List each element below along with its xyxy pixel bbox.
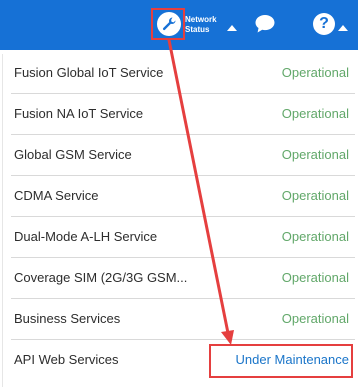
service-name: Business Services	[14, 311, 121, 326]
service-status: Operational	[281, 311, 349, 326]
help-icon: ?	[319, 15, 329, 32]
highlight-box-maintenance-status	[209, 344, 353, 378]
chat-bubble-icon	[255, 15, 275, 33]
service-row[interactable]: Global GSM Service Operational	[11, 136, 355, 176]
service-name: Fusion NA IoT Service	[14, 106, 144, 121]
service-name: Global GSM Service	[14, 147, 132, 162]
service-row[interactable]: Fusion NA IoT Service Operational	[11, 95, 355, 135]
service-status: Operational	[281, 106, 349, 121]
service-row[interactable]: CDMA Service Operational	[11, 177, 355, 217]
service-status: Operational	[281, 65, 349, 80]
service-name: CDMA Service	[14, 188, 99, 203]
service-status: Operational	[281, 270, 349, 285]
caret-up-icon	[338, 25, 348, 31]
help-button[interactable]: ?	[313, 13, 335, 35]
service-row[interactable]: Business Services Operational	[11, 300, 355, 340]
service-status: Operational	[281, 188, 349, 203]
service-name: API Web Services	[14, 352, 119, 367]
service-status: Operational	[281, 147, 349, 162]
caret-up-icon	[227, 25, 237, 31]
network-status-label[interactable]: Network Status	[185, 15, 217, 35]
chat-button[interactable]	[254, 14, 276, 34]
service-row[interactable]: Coverage SIM (2G/3G GSM... Operational	[11, 259, 355, 299]
network-status-dropdown: Fusion Global IoT Service Operational Fu…	[2, 54, 357, 387]
service-name: Dual-Mode A-LH Service	[14, 229, 158, 244]
service-name: Coverage SIM (2G/3G GSM...	[14, 270, 188, 285]
service-status: Operational	[281, 229, 349, 244]
service-row[interactable]: Dual-Mode A-LH Service Operational	[11, 218, 355, 258]
service-name: Fusion Global IoT Service	[14, 65, 164, 80]
service-row[interactable]: Fusion Global IoT Service Operational	[11, 54, 355, 94]
highlight-box-network-icon	[151, 8, 185, 40]
